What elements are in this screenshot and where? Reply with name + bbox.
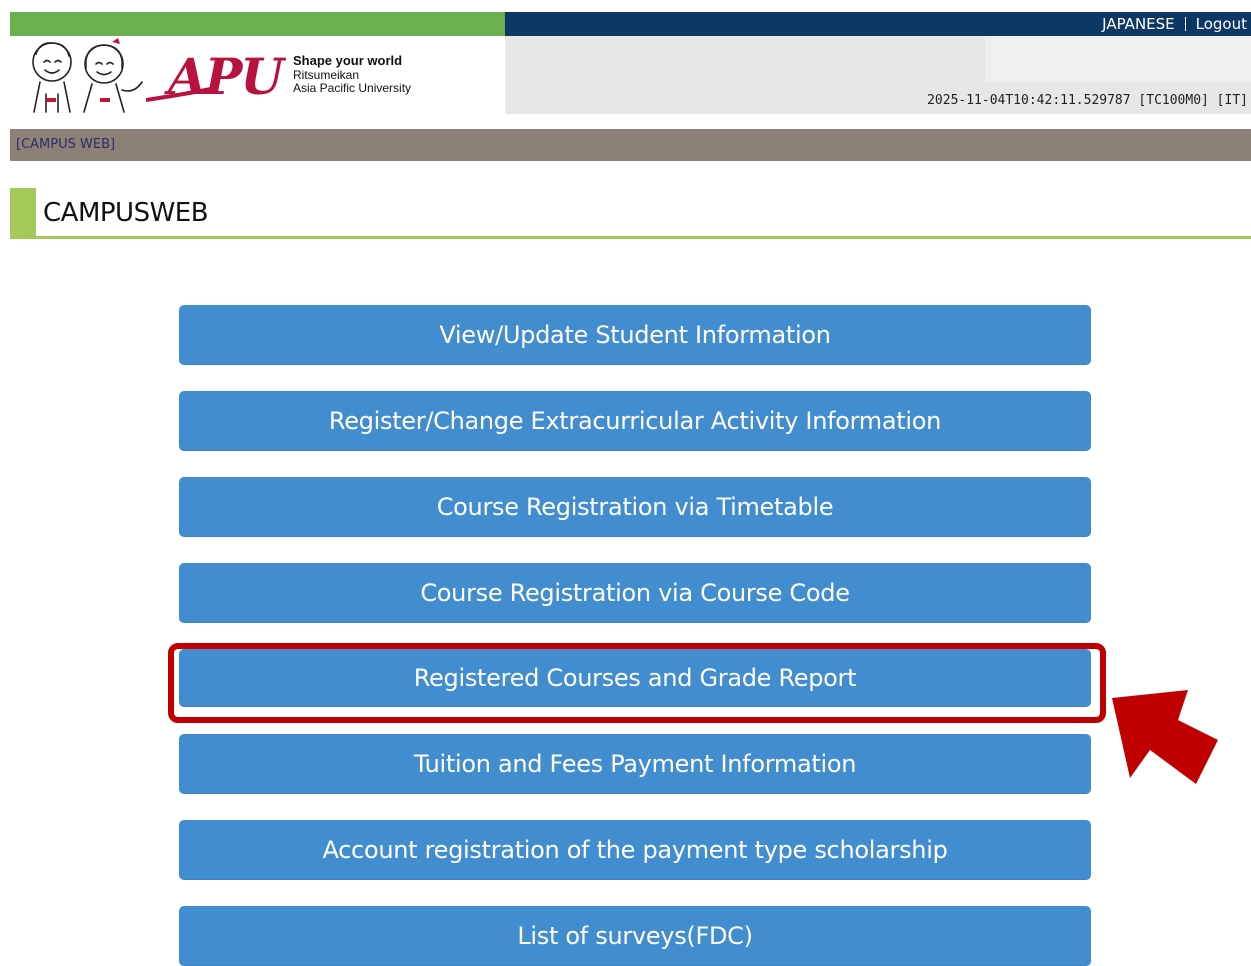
surveys-fdc-button[interactable]: List of surveys(FDC) <box>179 906 1091 966</box>
course-registration-timetable-button[interactable]: Course Registration via Timetable <box>179 477 1091 537</box>
extracurricular-activity-button[interactable]: Register/Change Extracurricular Activity… <box>179 391 1091 451</box>
highlight-box <box>168 643 1106 723</box>
red-arrow-icon <box>1112 690 1218 784</box>
main-menu: View/Update Student Information Register… <box>0 0 1251 966</box>
scholarship-account-registration-button[interactable]: Account registration of the payment type… <box>179 820 1091 880</box>
course-registration-code-button[interactable]: Course Registration via Course Code <box>179 563 1091 623</box>
tuition-fees-payment-button[interactable]: Tuition and Fees Payment Information <box>179 734 1091 794</box>
view-update-student-info-button[interactable]: View/Update Student Information <box>179 305 1091 365</box>
